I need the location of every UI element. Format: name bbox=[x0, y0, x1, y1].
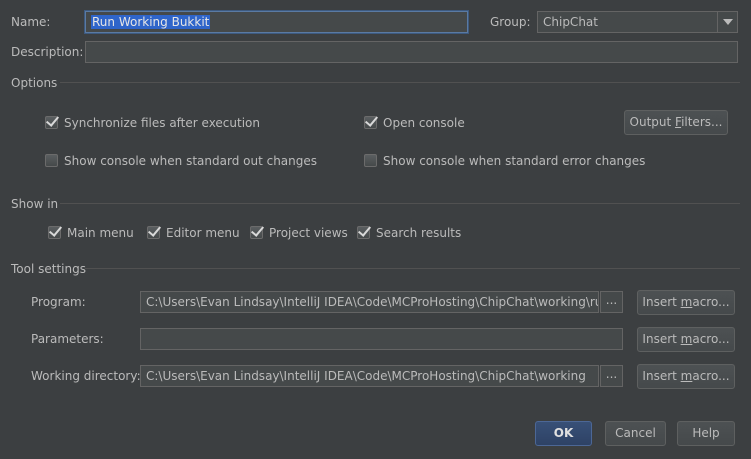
editor-menu-checkbox[interactable] bbox=[147, 226, 160, 239]
tool-settings-divider bbox=[85, 268, 740, 269]
workdir-browse-button[interactable]: ... bbox=[600, 365, 623, 387]
program-insert-macro-button[interactable]: Insert macro... bbox=[637, 290, 735, 315]
group-label: Group: bbox=[490, 15, 531, 29]
help-button[interactable]: Help bbox=[677, 421, 735, 446]
workdir-input[interactable]: C:\Users\Evan Lindsay\IntelliJ IDEA\Code… bbox=[140, 365, 599, 387]
tool-settings-section-title: Tool settings bbox=[11, 262, 86, 276]
options-divider bbox=[60, 82, 740, 83]
main-menu-label: Main menu bbox=[67, 226, 134, 240]
name-label: Name: bbox=[11, 15, 51, 29]
workdir-label: Working directory: bbox=[31, 369, 141, 383]
program-browse-button[interactable]: ... bbox=[600, 291, 623, 313]
insert-macro-mnemonic: m bbox=[680, 332, 693, 346]
options-section-title: Options bbox=[11, 76, 58, 90]
workdir-insert-macro-button[interactable]: Insert macro... bbox=[637, 364, 735, 389]
cancel-button[interactable]: Cancel bbox=[605, 421, 666, 446]
project-views-label: Project views bbox=[269, 226, 348, 240]
search-results-checkbox[interactable] bbox=[357, 226, 370, 239]
chevron-down-icon[interactable] bbox=[717, 12, 737, 32]
output-filters-button[interactable]: Output Filters... bbox=[624, 110, 728, 135]
editor-menu-label: Editor menu bbox=[166, 226, 240, 240]
console-stderr-label: Show console when standard error changes bbox=[383, 154, 646, 168]
console-stderr-checkbox[interactable] bbox=[364, 154, 377, 167]
insert-macro-label-a: Insert bbox=[642, 369, 681, 383]
open-console-label: Open console bbox=[383, 116, 465, 130]
sync-files-label: Synchronize files after execution bbox=[64, 116, 260, 130]
program-label: Program: bbox=[31, 295, 86, 309]
parameters-input[interactable] bbox=[140, 328, 623, 350]
group-value: ChipChat bbox=[543, 15, 598, 29]
program-input[interactable]: C:\Users\Evan Lindsay\IntelliJ IDEA\Code… bbox=[140, 291, 599, 313]
output-filters-label-b: ilters... bbox=[681, 115, 723, 129]
insert-macro-label-a: Insert bbox=[642, 332, 681, 346]
open-console-checkbox[interactable] bbox=[364, 116, 377, 129]
sync-files-checkbox[interactable] bbox=[45, 116, 58, 129]
insert-macro-label-b: acro... bbox=[692, 332, 730, 346]
name-input[interactable]: Run Working Bukkit bbox=[85, 11, 468, 33]
name-value: Run Working Bukkit bbox=[91, 15, 211, 29]
insert-macro-mnemonic: m bbox=[680, 369, 693, 383]
parameters-insert-macro-button[interactable]: Insert macro... bbox=[637, 327, 735, 352]
insert-macro-label-b: acro... bbox=[692, 369, 730, 383]
output-filters-label-a: Output bbox=[629, 115, 676, 129]
insert-macro-mnemonic: m bbox=[680, 295, 693, 309]
insert-macro-label-a: Insert bbox=[642, 295, 681, 309]
insert-macro-label-b: acro... bbox=[692, 295, 730, 309]
search-results-label: Search results bbox=[376, 226, 462, 240]
description-label: Description: bbox=[11, 45, 84, 59]
group-combobox[interactable]: ChipChat bbox=[537, 11, 738, 33]
main-menu-checkbox[interactable] bbox=[48, 226, 61, 239]
console-stdout-checkbox[interactable] bbox=[45, 154, 58, 167]
show-in-section-title: Show in bbox=[11, 197, 59, 211]
project-views-checkbox[interactable] bbox=[250, 226, 263, 239]
description-input[interactable] bbox=[85, 41, 738, 63]
parameters-label: Parameters: bbox=[31, 332, 104, 346]
ok-button[interactable]: OK bbox=[535, 421, 592, 446]
show-in-divider bbox=[60, 203, 740, 204]
console-stdout-label: Show console when standard out changes bbox=[64, 154, 318, 168]
